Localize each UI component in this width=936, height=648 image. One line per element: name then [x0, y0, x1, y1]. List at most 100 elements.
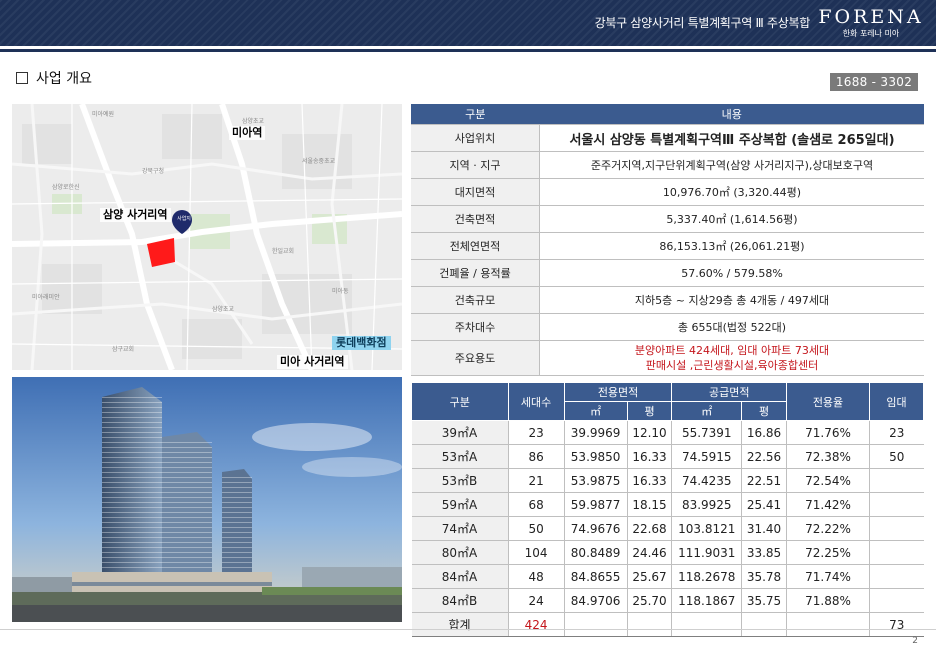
units-table: 구분 세대수 전용면적 공급면적 전용율 임대 ㎡ 평 ㎡ 평 39㎡A 23 39… [411, 382, 924, 637]
cell-rental [869, 540, 924, 565]
table-row: 전체연면적 86,153.13㎡ (26,061.21평) [411, 232, 924, 260]
cell-ex-m2: 39.9969 [564, 420, 628, 445]
brand-logo-subtext: 한화 포레나 미아 [842, 29, 900, 38]
cell-ex-py: 16.33 [627, 444, 673, 469]
units-body: 39㎡A 23 39.9969 12.10 55.7391 16.86 71.76% 23 53… [411, 420, 924, 613]
cell-ratio: 71.88% [786, 588, 871, 613]
total-households: 424 [508, 612, 565, 637]
cell-sup-m2: 83.9925 [671, 492, 743, 517]
cell-type: 59㎡A [411, 492, 509, 517]
cell-ex-m2: 84.9706 [564, 588, 628, 613]
cell-type: 80㎡A [411, 540, 509, 565]
cell-ex-m2: 84.8655 [564, 564, 628, 589]
cell-ex-m2: 74.9676 [564, 516, 628, 541]
cell-ex-py: 16.33 [627, 468, 673, 493]
row-label: 건축규모 [411, 286, 540, 314]
row-value: 총 655대(법정 522대) [539, 313, 924, 341]
cell-sup-py: 22.56 [741, 444, 787, 469]
overview-header-category: 구분 [411, 104, 540, 125]
cell-ex-py: 25.67 [627, 564, 673, 589]
units-header-rental: 임대 [869, 382, 924, 421]
row-value: 10,976.70㎡ (3,320.44평) [539, 178, 924, 206]
building-rendering-image [12, 377, 402, 622]
map-streets [12, 104, 402, 370]
table-row: 건축규모 지하5층 ~ 지상29층 총 4개동 / 497세대 [411, 286, 924, 314]
cell-sup-m2: 55.7391 [671, 420, 743, 445]
row-value-line1: 분양아파트 424세대, 임대 아파트 73세대 [634, 344, 830, 357]
cell-rental [869, 468, 924, 493]
units-subheader-pyeong: 평 [741, 401, 787, 421]
cell-ex-py: 18.15 [627, 492, 673, 517]
cell-type: 39㎡A [411, 420, 509, 445]
location-map: 미아예원 삼양초교 서울송중초교 강북구청 삼양로한신 한일교회 미아래미안 삼… [12, 104, 402, 370]
cell-sup-py: 33.85 [741, 540, 787, 565]
row-label: 사업위치 [411, 124, 540, 152]
row-value-line2: 판매시설 ,근린생활시설,육아종합센터 [645, 359, 819, 372]
units-header-households: 세대수 [507, 382, 565, 421]
total-rental: 73 [869, 612, 924, 637]
cell-ex-m2: 53.9850 [564, 444, 628, 469]
building-rendering [12, 377, 402, 622]
table-row: 주차대수 총 655대(법정 522대) [411, 313, 924, 341]
cell-type: 53㎡A [411, 444, 509, 469]
map-label-mia-intersection: 미아 사거리역 [277, 355, 348, 369]
row-value: 분양아파트 424세대, 임대 아파트 73세대 판매시설 ,근린생활시설,육아… [539, 340, 924, 376]
cell-type: 53㎡B [411, 468, 509, 493]
cell-rental: 50 [869, 444, 924, 469]
cell-type: 84㎡B [411, 588, 509, 613]
row-value: 서울시 삼양동 특별계획구역Ⅲ 주상복합 (솔샘로 265일대) [539, 124, 924, 152]
table-row: 84㎡B 24 84.9706 25.70 118.1867 35.75 71.88% [411, 588, 924, 613]
cell-ex-py: 22.68 [627, 516, 673, 541]
total-empty-cell [741, 612, 787, 637]
cell-households: 48 [508, 564, 565, 589]
total-empty-cell [627, 612, 673, 637]
cell-households: 21 [508, 468, 565, 493]
units-header-type: 구분 [411, 382, 509, 421]
cell-sup-py: 25.41 [741, 492, 787, 517]
row-value: 57.60% / 579.58% [539, 259, 924, 287]
cell-rental [869, 492, 924, 517]
cell-sup-m2: 118.1867 [671, 588, 743, 613]
units-subheader-m2: ㎡ [563, 401, 628, 421]
cell-households: 23 [508, 420, 565, 445]
total-empty-cell [671, 612, 743, 637]
header-bar: 강북구 삼양사거리 특별계획구역 Ⅲ 주상복합 FORENA 한화 포레나 미아 [0, 0, 936, 46]
cell-rental [869, 516, 924, 541]
footer-divider [0, 629, 936, 630]
cell-ex-m2: 53.9875 [564, 468, 628, 493]
cell-rental: 23 [869, 420, 924, 445]
page-number: 2 [912, 636, 918, 646]
header-divider [0, 49, 936, 52]
cell-households: 86 [508, 444, 565, 469]
row-label: 건폐율 / 용적률 [411, 259, 540, 287]
table-row: 건축면적 5,337.40㎡ (1,614.56평) [411, 205, 924, 233]
cell-sup-py: 35.75 [741, 588, 787, 613]
table-row: 대지면적 10,976.70㎡ (3,320.44평) [411, 178, 924, 206]
cell-rental [869, 588, 924, 613]
table-row: 39㎡A 23 39.9969 12.10 55.7391 16.86 71.76% 23 [411, 420, 924, 445]
map-label-samyang-intersection: 삼양 사거리역 [100, 208, 171, 222]
row-label: 주차대수 [411, 313, 540, 341]
total-empty-cell [786, 612, 871, 637]
table-row: 74㎡A 50 74.9676 22.68 103.8121 31.40 72.22% [411, 516, 924, 541]
cell-sup-m2: 103.8121 [671, 516, 743, 541]
table-row: 53㎡A 86 53.9850 16.33 74.5915 22.56 72.38% 50 [411, 444, 924, 469]
overview-table: 구분 내용 사업위치 서울시 삼양동 특별계획구역Ⅲ 주상복합 (솔샘로 265… [411, 104, 924, 376]
section-title: 사업 개요 [16, 68, 92, 88]
overview-header-row: 구분 내용 [411, 104, 924, 125]
units-total-row: 합계 424 73 [411, 612, 924, 637]
row-label: 주요용도 [411, 340, 540, 376]
site-pin-label: 사업지 [177, 216, 191, 222]
cell-sup-py: 35.78 [741, 564, 787, 589]
cell-ratio: 71.74% [786, 564, 871, 589]
cell-sup-m2: 74.5915 [671, 444, 743, 469]
table-row: 지역 · 지구 준주거지역,지구단위계획구역(삼양 사거리지구),상대보호구역 [411, 151, 924, 179]
total-empty-cell [564, 612, 628, 637]
cell-sup-py: 16.86 [741, 420, 787, 445]
table-row: 84㎡A 48 84.8655 25.67 118.2678 35.78 71.74% [411, 564, 924, 589]
header-subtitle: 강북구 삼양사거리 특별계획구역 Ⅲ 주상복합 [594, 16, 811, 30]
row-label: 건축면적 [411, 205, 540, 233]
phone-badge: 1688 - 3302 [830, 73, 918, 91]
map-label-mia-station: 미아역 [229, 126, 266, 140]
cell-households: 50 [508, 516, 565, 541]
